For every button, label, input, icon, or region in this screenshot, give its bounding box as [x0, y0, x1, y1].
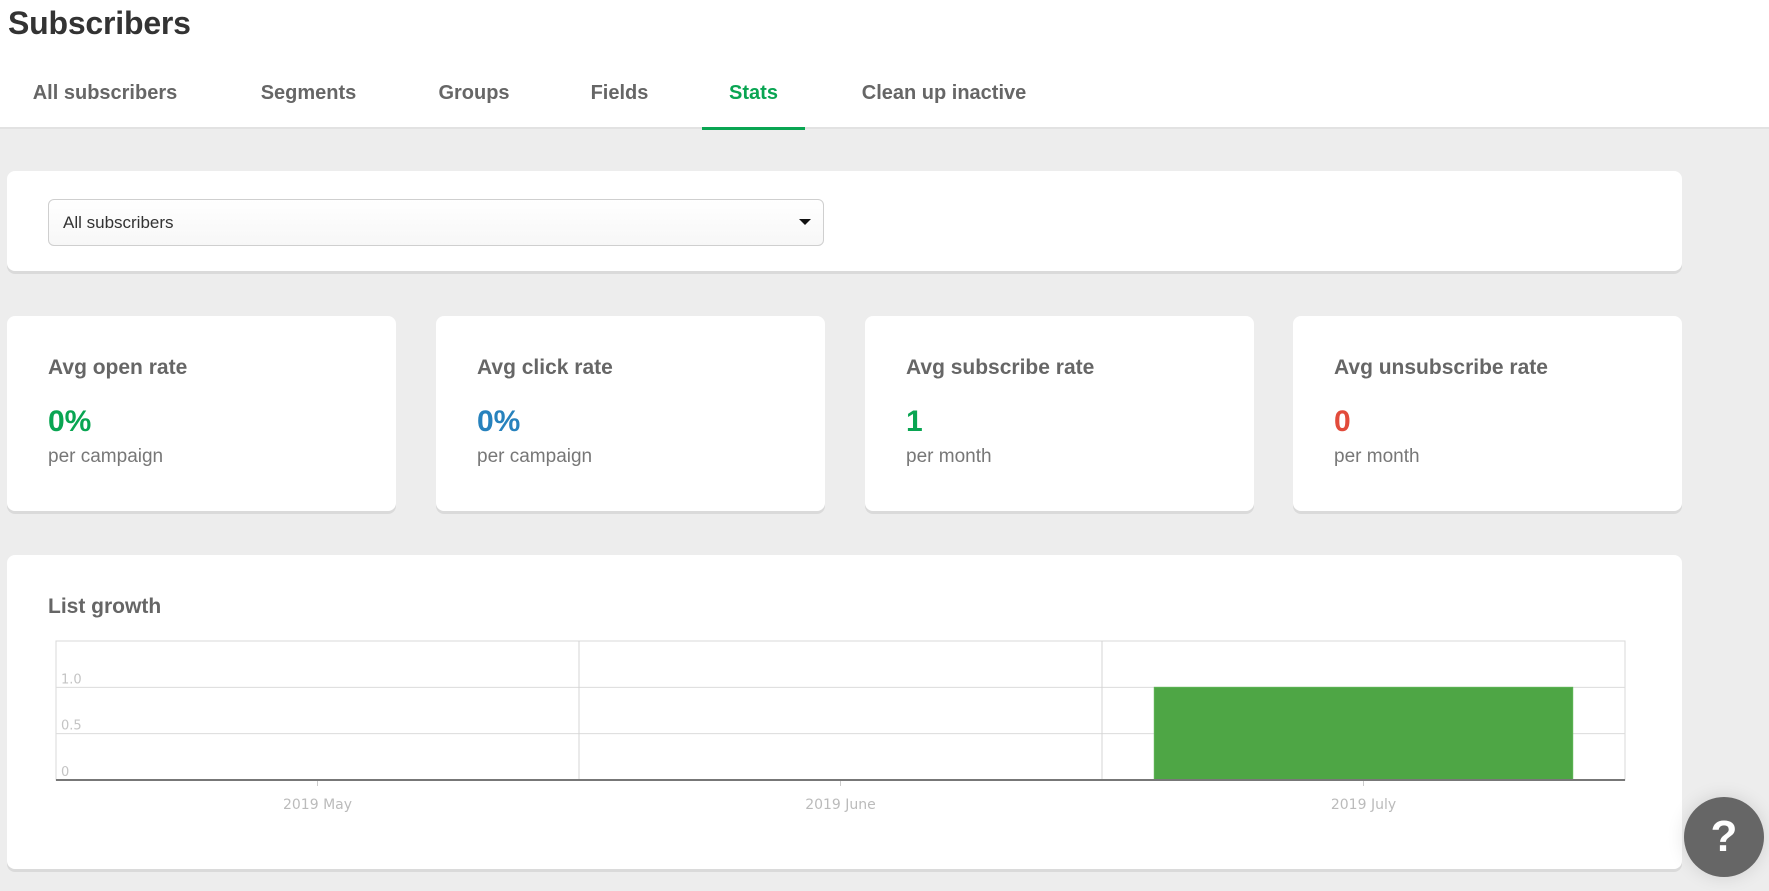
- stat-title: Avg click rate: [477, 356, 613, 379]
- list-growth-panel: List growth 0 0.5 1.0 2019 May 2019 June 2019…: [7, 555, 1682, 869]
- list-growth-chart: 0 0.5 1.0 2019 May 2019 June 2019 July: [55, 640, 1626, 813]
- stat-value: 0%: [48, 405, 92, 438]
- x-tick-label: 2019 July: [1331, 797, 1396, 813]
- stat-value: 0%: [477, 405, 521, 438]
- stat-value: 1: [906, 405, 923, 438]
- page-title: Subscribers: [8, 5, 191, 41]
- tab-stats[interactable]: Stats: [702, 76, 805, 130]
- y-tick-label: 1.0: [61, 672, 82, 687]
- stat-subtitle: per month: [906, 446, 992, 467]
- subscriber-filter-select[interactable]: All subscribers: [48, 199, 824, 246]
- select-value: All subscribers: [63, 213, 174, 232]
- x-tick-label: 2019 June: [805, 797, 876, 813]
- tab-clean-up-inactive[interactable]: Clean up inactive: [848, 76, 1040, 129]
- tab-segments[interactable]: Segments: [246, 76, 371, 129]
- tab-fields[interactable]: Fields: [577, 76, 662, 129]
- filter-panel: All subscribers: [7, 171, 1682, 271]
- caret-down-icon: [799, 219, 811, 225]
- bar-2019-july: [1153, 686, 1574, 781]
- y-tick-label: 0.5: [61, 719, 82, 734]
- stat-value: 0: [1334, 405, 1351, 438]
- stat-card-open-rate: Avg open rate 0% per campaign: [7, 316, 396, 511]
- stat-title: Avg unsubscribe rate: [1334, 356, 1548, 379]
- stat-subtitle: per campaign: [48, 446, 164, 467]
- stat-title: Avg open rate: [48, 356, 188, 379]
- stat-card-unsubscribe-rate: Avg unsubscribe rate 0 per month: [1293, 316, 1682, 511]
- tab-groups[interactable]: Groups: [425, 76, 523, 129]
- y-tick-label: 0: [61, 765, 69, 780]
- stat-subtitle: per campaign: [477, 446, 593, 467]
- question-mark-icon: ?: [1710, 812, 1738, 861]
- page-header: Subscribers All subscribers Segments Gro…: [0, 0, 1769, 130]
- tab-all-subscribers[interactable]: All subscribers: [20, 76, 190, 129]
- stat-card-click-rate: Avg click rate 0% per campaign: [436, 316, 825, 511]
- stat-title: Avg subscribe rate: [906, 356, 1095, 379]
- help-button[interactable]: ?: [1684, 797, 1764, 877]
- stat-card-subscribe-rate: Avg subscribe rate 1 per month: [865, 316, 1254, 511]
- x-tick-label: 2019 May: [283, 797, 352, 813]
- stat-subtitle: per month: [1334, 446, 1420, 467]
